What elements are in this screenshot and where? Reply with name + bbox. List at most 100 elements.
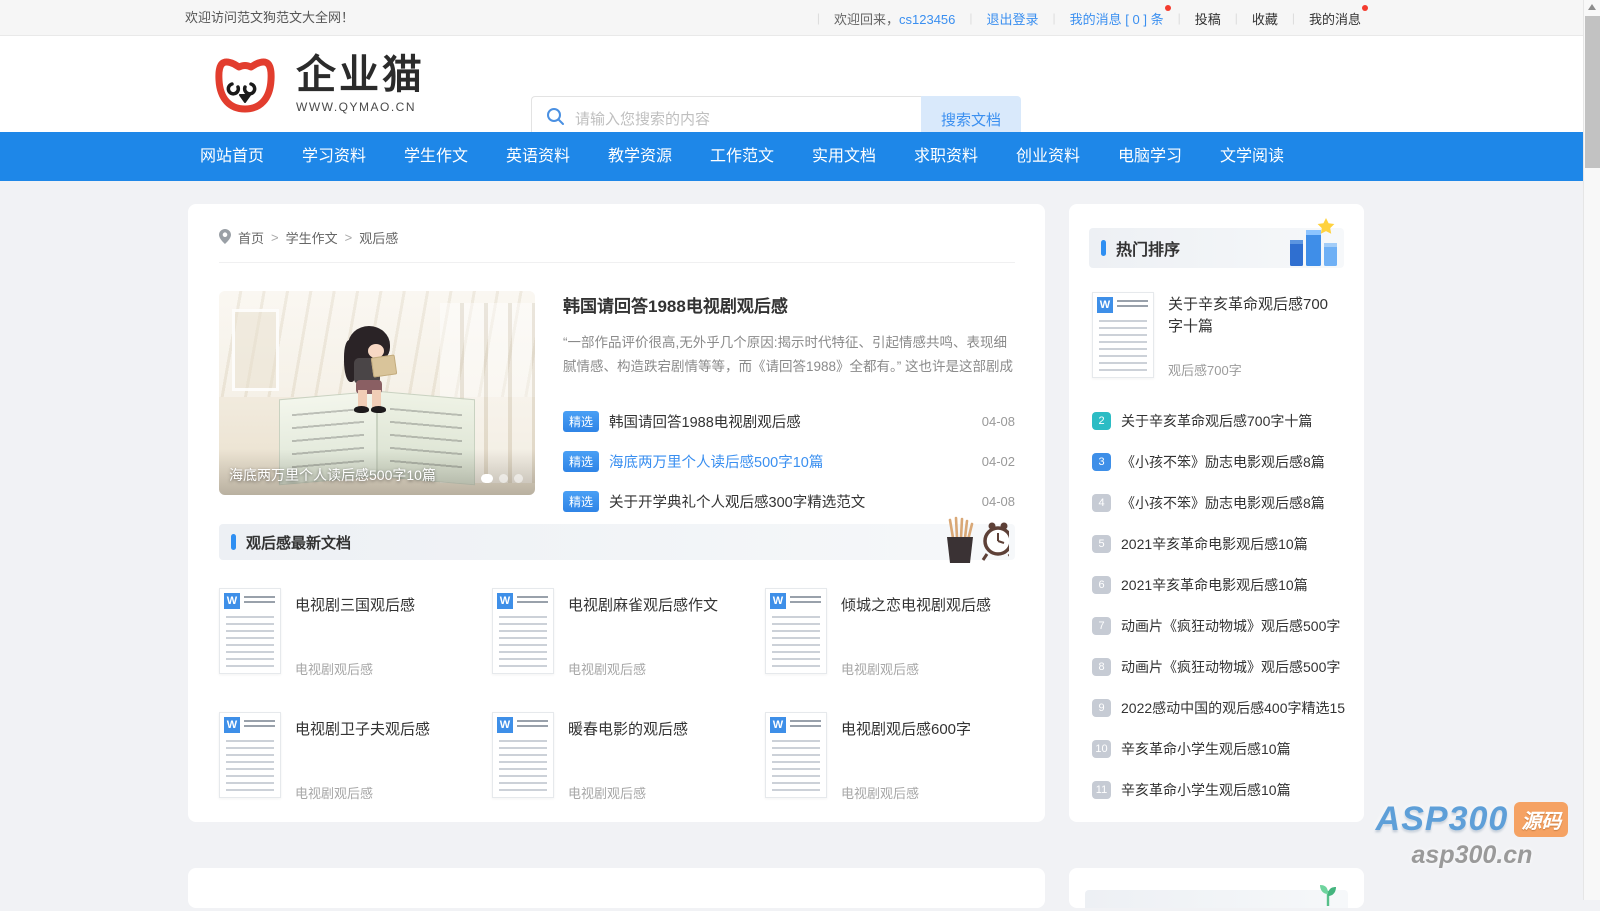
doc-title[interactable]: 暖春电影的观后感 <box>568 718 744 739</box>
doc-category[interactable]: 电视剧观后感 <box>841 783 919 802</box>
rank-title[interactable]: 《小孩不笨》励志电影观后感8篇 <box>1121 493 1325 513</box>
featured-carousel[interactable]: 海底两万里个人读后感500字10篇 <box>219 291 535 495</box>
breadcrumb-home[interactable]: 首页 <box>238 228 264 247</box>
rank-row[interactable]: 6 2021辛亥革命电影观后感10篇 <box>1092 564 1347 605</box>
search-input[interactable] <box>575 111 895 128</box>
word-doc-icon: W <box>1097 297 1113 313</box>
rank-row[interactable]: 3 《小孩不笨》励志电影观后感8篇 <box>1092 441 1347 482</box>
site-logo[interactable]: 企业猫 WWW.QYMAO.CN <box>208 52 425 121</box>
asp300-watermark: ASP300 源码 asp300.cn <box>1372 800 1572 870</box>
rank-row[interactable]: 11 辛亥革命小学生观后感10篇 <box>1092 769 1347 810</box>
my-messages-link[interactable]: 我的消息 <box>1309 9 1361 28</box>
word-doc-icon: W <box>224 593 240 609</box>
breadcrumb-separator: > <box>345 230 353 245</box>
rank-title[interactable]: 2022感动中国的观后感400字精选15 <box>1121 698 1345 718</box>
breadcrumb-separator: > <box>271 230 279 245</box>
word-doc-icon: W <box>497 717 513 733</box>
doc-card[interactable]: W 电视剧观后感600字 电视剧观后感 <box>765 712 1017 808</box>
rank-row[interactable]: 2 关于辛亥革命观后感700字十篇 <box>1092 400 1347 441</box>
doc-card[interactable]: W 电视剧麻雀观后感作文 电视剧观后感 <box>492 588 744 684</box>
article-row[interactable]: 精选 海底两万里个人读后感500字10篇 04-02 <box>563 441 1015 481</box>
submit-link[interactable]: 投稿 <box>1195 9 1221 28</box>
nav-item-english[interactable]: 英语资料 <box>506 132 608 181</box>
nav-item-computer[interactable]: 电脑学习 <box>1118 132 1220 181</box>
doc-category[interactable]: 电视剧观后感 <box>568 783 646 802</box>
scrollbar-up-arrow-icon[interactable] <box>1588 4 1596 10</box>
rank-title[interactable]: 2021辛亥革命电影观后感10篇 <box>1121 534 1308 554</box>
notification-dot <box>1165 5 1171 11</box>
username[interactable]: cs123456 <box>899 12 955 27</box>
doc-thumbnail: W <box>492 712 554 798</box>
doc-title[interactable]: 电视剧卫子夫观后感 <box>295 718 471 739</box>
rank-row[interactable]: 7 动画片《疯狂动物城》观后感500字 <box>1092 605 1347 646</box>
doc-card[interactable]: W 电视剧卫子夫观后感 电视剧观后感 <box>219 712 471 808</box>
rank-badge: 7 <box>1092 617 1111 635</box>
rank-row[interactable]: 9 2022感动中国的观后感400字精选15 <box>1092 687 1347 728</box>
doc-title[interactable]: 电视剧麻雀观后感作文 <box>568 594 744 615</box>
word-doc-icon: W <box>497 593 513 609</box>
main-content-card: 首页 > 学生作文 > 观后感 海底两万里个人读后感500字10篇 韩国 <box>188 204 1045 822</box>
notification-dot <box>1362 5 1368 11</box>
doc-title[interactable]: 电视剧三国观后感 <box>295 594 471 615</box>
article-date: 04-08 <box>982 494 1015 509</box>
nav-item-job-seeking[interactable]: 求职资料 <box>914 132 1016 181</box>
watermark-domain: asp300.cn <box>1372 841 1572 870</box>
doc-category[interactable]: 电视剧观后感 <box>295 659 373 678</box>
rank-row[interactable]: 4 《小孩不笨》励志电影观后感8篇 <box>1092 482 1347 523</box>
next-sidebar-card <box>1069 868 1364 908</box>
nav-item-startup[interactable]: 创业资料 <box>1016 132 1118 181</box>
watermark-brand: ASP300 <box>1376 800 1509 839</box>
doc-category[interactable]: 电视剧观后感 <box>295 783 373 802</box>
article-row[interactable]: 精选 韩国请回答1988电视剧观后感 04-08 <box>563 401 1015 441</box>
doc-card[interactable]: W 倾城之恋电视剧观后感 电视剧观后感 <box>765 588 1017 684</box>
hot-top-subtitle: 观后感700字 <box>1168 360 1242 379</box>
messages-link[interactable]: 我的消息 [ 0 ] 条 <box>1070 9 1164 28</box>
search-icon <box>546 107 565 131</box>
hot-ranking-header: 热门排序 <box>1089 228 1344 268</box>
nav-item-home[interactable]: 网站首页 <box>200 132 302 181</box>
favorite-link[interactable]: 收藏 <box>1252 9 1278 28</box>
nav-item-student-essays[interactable]: 学生作文 <box>404 132 506 181</box>
article-row[interactable]: 精选 关于开学典礼个人观后感300字精选范文 04-08 <box>563 481 1015 521</box>
doc-title[interactable]: 倾城之恋电视剧观后感 <box>841 594 1017 615</box>
rank-title[interactable]: 动画片《疯狂动物城》观后感500字 <box>1121 657 1340 677</box>
rank-row[interactable]: 5 2021辛亥革命电影观后感10篇 <box>1092 523 1347 564</box>
article-title[interactable]: 关于开学典礼个人观后感300字精选范文 <box>609 491 972 512</box>
doc-category[interactable]: 电视剧观后感 <box>568 659 646 678</box>
doc-card[interactable]: W 电视剧三国观后感 电视剧观后感 <box>219 588 471 684</box>
nav-item-practical-docs[interactable]: 实用文档 <box>812 132 914 181</box>
hot-top-item[interactable]: W 关于辛亥革命观后感700字十篇 观后感700字 <box>1092 292 1342 378</box>
scrollbar[interactable] <box>1583 0 1600 900</box>
rank-title[interactable]: 关于辛亥革命观后感700字十篇 <box>1121 411 1312 431</box>
site-header: 企业猫 WWW.QYMAO.CN 搜索文档 <box>0 36 1583 132</box>
nav-item-literature[interactable]: 文学阅读 <box>1220 132 1322 181</box>
scrollbar-thumb[interactable] <box>1585 16 1600 168</box>
doc-thumbnail: W <box>765 588 827 674</box>
breadcrumb-category[interactable]: 学生作文 <box>286 228 338 247</box>
next-sidebar-header <box>1085 890 1348 908</box>
carousel-dot[interactable] <box>514 474 523 483</box>
rank-title[interactable]: 2021辛亥革命电影观后感10篇 <box>1121 575 1308 595</box>
main-nav: 网站首页 学习资料 学生作文 英语资料 教学资源 工作范文 实用文档 求职资料 … <box>0 132 1583 181</box>
doc-title[interactable]: 电视剧观后感600字 <box>841 718 1017 739</box>
featured-article-title[interactable]: 韩国请回答1988电视剧观后感 <box>563 292 1015 317</box>
doc-category[interactable]: 电视剧观后感 <box>841 659 919 678</box>
nav-item-teaching[interactable]: 教学资源 <box>608 132 710 181</box>
rank-row[interactable]: 10 辛亥革命小学生观后感10篇 <box>1092 728 1347 769</box>
hot-top-title[interactable]: 关于辛亥革命观后感700字十篇 <box>1168 294 1340 338</box>
hot-ranking-card: 热门排序 W 关于辛亥革命观后感700字十篇 观后感700字 2 关于辛亥 <box>1069 204 1364 822</box>
rank-title[interactable]: 《小孩不笨》励志电影观后感8篇 <box>1121 452 1325 472</box>
nav-item-study-materials[interactable]: 学习资料 <box>302 132 404 181</box>
rank-row[interactable]: 8 动画片《疯狂动物城》观后感500字 <box>1092 646 1347 687</box>
rank-badge: 2 <box>1092 412 1111 430</box>
nav-item-work-docs[interactable]: 工作范文 <box>710 132 812 181</box>
article-title[interactable]: 海底两万里个人读后感500字10篇 <box>609 451 972 472</box>
rank-title[interactable]: 辛亥革命小学生观后感10篇 <box>1121 739 1291 759</box>
rank-title[interactable]: 动画片《疯狂动物城》观后感500字 <box>1121 616 1340 636</box>
rank-title[interactable]: 辛亥革命小学生观后感10篇 <box>1121 780 1291 800</box>
article-title[interactable]: 韩国请回答1988电视剧观后感 <box>609 411 972 432</box>
logout-link[interactable]: 退出登录 <box>987 9 1039 28</box>
carousel-dot[interactable] <box>499 474 508 483</box>
doc-card[interactable]: W 暖春电影的观后感 电视剧观后感 <box>492 712 744 808</box>
carousel-dot[interactable] <box>481 474 493 483</box>
